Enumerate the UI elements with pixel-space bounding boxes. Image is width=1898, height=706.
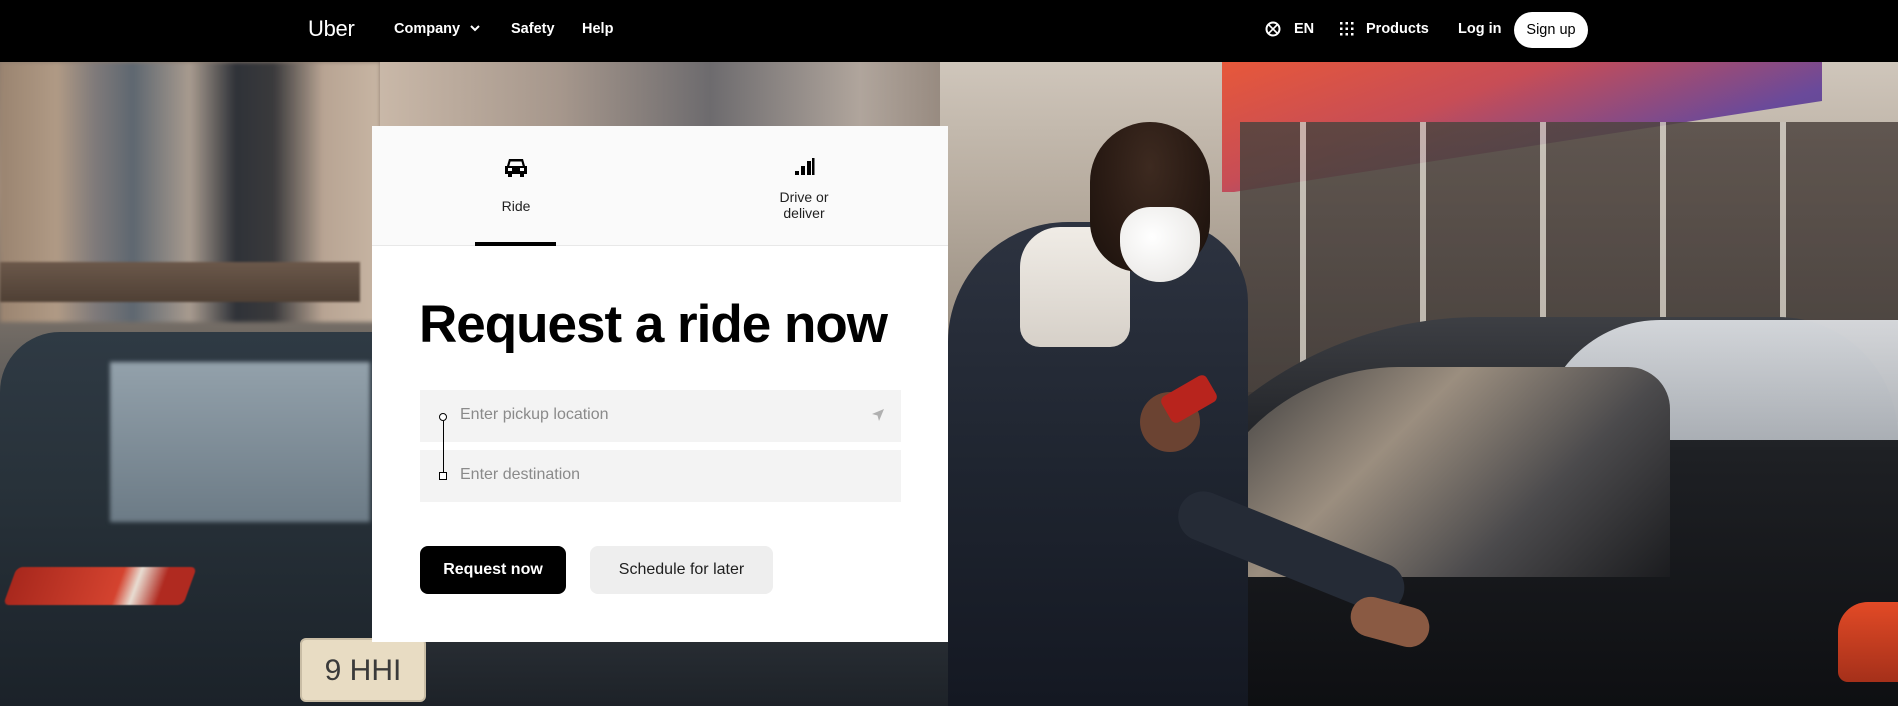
- pickup-dot-icon: [439, 413, 447, 421]
- pickup-location-input[interactable]: Enter pickup location: [420, 390, 901, 442]
- language-selector[interactable]: EN: [1294, 21, 1314, 37]
- background-scaffold: [0, 262, 360, 302]
- service-tabs: Ride Drive or deliver: [372, 126, 948, 246]
- signal-bars-icon: [795, 158, 815, 175]
- uber-logo[interactable]: Uber: [308, 16, 355, 42]
- login-link[interactable]: Log in: [1458, 21, 1502, 37]
- globe-icon[interactable]: [1265, 21, 1281, 37]
- background-car-window: [110, 362, 370, 522]
- location-arrow-icon[interactable]: [871, 408, 885, 422]
- chevron-down-icon[interactable]: [469, 22, 481, 34]
- license-plate: 9 HHI: [300, 638, 426, 702]
- schedule-for-later-button[interactable]: Schedule for later: [590, 546, 773, 594]
- background-taillight: [1838, 602, 1898, 682]
- nav-safety[interactable]: Safety: [511, 21, 555, 37]
- page-title: Request a ride now: [419, 295, 888, 354]
- nav-company[interactable]: Company: [394, 21, 460, 37]
- destination-input[interactable]: Enter destination: [420, 450, 901, 502]
- car-icon: [505, 159, 527, 177]
- tab-drive-or-deliver[interactable]: Drive or deliver: [660, 126, 948, 246]
- grid-menu-icon[interactable]: [1340, 22, 1354, 36]
- active-tab-indicator: [475, 242, 556, 246]
- top-navigation: Uber Company Safety Help EN Products Log…: [0, 0, 1898, 62]
- tab-drive-label-text: Drive or deliver: [779, 189, 829, 221]
- route-connector-line: [442, 421, 444, 474]
- hero-background-image: 9 HHI: [0, 62, 1898, 706]
- tab-drive-label: Drive or deliver: [660, 189, 948, 221]
- signup-button[interactable]: Sign up: [1514, 12, 1588, 48]
- destination-square-icon: [439, 472, 447, 480]
- tab-ride[interactable]: Ride: [372, 126, 660, 246]
- pickup-placeholder: Enter pickup location: [460, 406, 609, 423]
- nav-help[interactable]: Help: [582, 21, 613, 37]
- tab-ride-label: Ride: [501, 198, 531, 214]
- background-taillight: [3, 567, 197, 605]
- nav-products[interactable]: Products: [1366, 21, 1429, 37]
- destination-placeholder: Enter destination: [460, 466, 581, 483]
- request-now-button[interactable]: Request now: [420, 546, 566, 594]
- ride-request-card: Ride Drive or deliver Request a ride now…: [372, 126, 948, 642]
